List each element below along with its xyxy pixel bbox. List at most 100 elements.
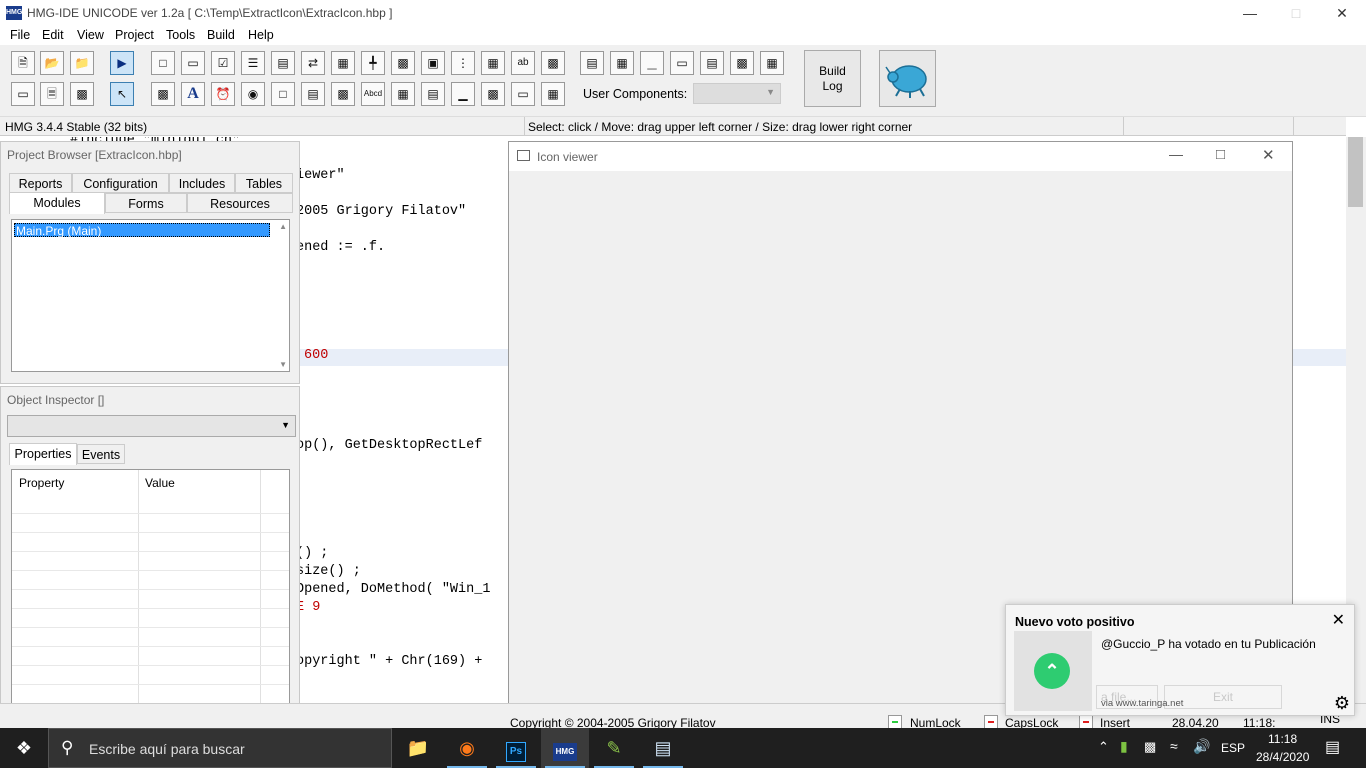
tab-control-icon[interactable]: ▤ xyxy=(301,82,325,106)
window-icon[interactable]: ▭ xyxy=(11,82,35,106)
menu-edit[interactable]: Edit xyxy=(42,28,64,42)
minimize-button[interactable]: — xyxy=(1169,146,1183,162)
scroll-down-icon[interactable]: ▼ xyxy=(279,360,287,369)
context-menu-icon[interactable]: ▭ xyxy=(670,51,694,75)
table-row xyxy=(12,628,289,647)
statusbar-designer-icon[interactable]: ▁ xyxy=(640,51,664,75)
hyperlink-control-icon[interactable]: ▤ xyxy=(421,82,445,106)
language-indicator[interactable]: ESP xyxy=(1221,741,1245,755)
tab-configuration[interactable]: Configuration xyxy=(72,173,169,193)
checkbox-control-icon[interactable]: ☑ xyxy=(211,51,235,75)
tab-forms[interactable]: Forms xyxy=(105,193,187,213)
volume-icon[interactable]: 🔊 xyxy=(1193,738,1210,755)
notification-center-icon[interactable]: ▤ xyxy=(1325,737,1340,757)
animate-control-icon[interactable]: ▩ xyxy=(331,82,355,106)
notepad-icon[interactable]: ✎ xyxy=(590,728,638,768)
bug-icon[interactable] xyxy=(879,50,936,107)
menu-tools[interactable]: Tools xyxy=(166,28,195,42)
activex-control-icon[interactable]: ▭ xyxy=(511,82,535,106)
icon-viewer-titlebar: Icon viewer — □ ✕ xyxy=(509,142,1292,171)
notification-toast[interactable]: Nuevo voto positivo ✕ ⌃ @Guccio_P ha vot… xyxy=(1005,604,1355,716)
notify-menu-icon[interactable]: ▤ xyxy=(700,51,724,75)
taskbar-search[interactable]: ⚲ Escribe aquí para buscar xyxy=(48,728,392,768)
module-list[interactable]: Main.Prg (Main) ▲ ▼ xyxy=(11,219,290,372)
progressbar-control-icon[interactable]: ▁ xyxy=(451,82,475,106)
build-log-button[interactable]: Build Log xyxy=(804,50,861,107)
clock-time[interactable]: 11:18 xyxy=(1268,732,1297,746)
list-item[interactable]: Main.Prg (Main) xyxy=(14,223,270,238)
combobox-control-icon[interactable]: ▤ xyxy=(271,51,295,75)
photoshop-icon[interactable]: Ps xyxy=(492,728,540,768)
firefox-icon[interactable]: ◉ xyxy=(443,728,491,768)
spinner-control-icon[interactable]: ▩ xyxy=(391,51,415,75)
run-icon[interactable]: ▶ xyxy=(110,51,134,75)
menu-file[interactable]: File xyxy=(10,28,30,42)
property-grid[interactable]: Property Value xyxy=(11,469,290,717)
frame-control-icon[interactable]: □ xyxy=(271,82,295,106)
listbox-control-icon[interactable]: ☰ xyxy=(241,51,265,75)
form-icon[interactable]: □ xyxy=(151,51,175,75)
player-control-icon[interactable]: ▩ xyxy=(481,82,505,106)
tab-reports[interactable]: Reports xyxy=(9,173,72,193)
file-explorer-icon[interactable]: 📁 xyxy=(394,728,442,768)
close-icon[interactable]: ✕ xyxy=(1332,610,1345,630)
close-button[interactable]: ✕ xyxy=(1262,146,1275,164)
pointer-icon[interactable]: ↖ xyxy=(110,82,134,106)
user-components-select[interactable]: ▼ xyxy=(693,83,781,104)
menu-project[interactable]: Project xyxy=(115,28,154,42)
nvidia-icon[interactable]: ▮ xyxy=(1120,738,1128,755)
menu-build[interactable]: Build xyxy=(207,28,235,42)
textbox-control-icon[interactable]: Abcd xyxy=(361,82,385,106)
menu-view[interactable]: View xyxy=(77,28,104,42)
window-title: HMG-IDE UNICODE ver 1.2a [ C:\Temp\Extra… xyxy=(27,6,393,20)
properties-icon[interactable]: ▦ xyxy=(760,51,784,75)
timer-control-icon[interactable]: ⏰ xyxy=(211,82,235,106)
gear-icon[interactable]: ⚙ xyxy=(1334,693,1350,714)
maximize-button[interactable]: □ xyxy=(1216,146,1225,163)
editbox-control-icon[interactable]: ab xyxy=(511,51,535,75)
wifi-icon[interactable]: ≈ xyxy=(1170,738,1178,754)
tab-properties[interactable]: Properties xyxy=(9,443,77,465)
tab-events[interactable]: Events xyxy=(77,444,125,464)
toolbar-designer-icon[interactable]: ▦ xyxy=(610,51,634,75)
network-icon[interactable]: ▩ xyxy=(1144,739,1156,755)
datepicker-control-icon[interactable]: ▦ xyxy=(481,51,505,75)
menu-designer-icon[interactable]: ▤ xyxy=(580,51,604,75)
tab-includes[interactable]: Includes xyxy=(169,173,235,193)
tab-modules[interactable]: Modules xyxy=(9,192,105,214)
new-file-icon[interactable]: 🗎 xyxy=(11,51,35,75)
richedit-control-icon[interactable]: ▩ xyxy=(541,51,565,75)
maximize-button[interactable]: □ xyxy=(1273,0,1319,26)
scroll-up-icon[interactable]: ▲ xyxy=(279,222,287,231)
tab-tables[interactable]: Tables xyxy=(235,173,293,193)
code-line: iewer" xyxy=(296,168,345,183)
open-project-icon[interactable]: 📁 xyxy=(70,51,94,75)
image-control-icon[interactable]: ▣ xyxy=(421,51,445,75)
ipaddress-control-icon[interactable]: ▦ xyxy=(541,82,565,106)
document-icon[interactable]: 🗏 xyxy=(40,82,64,106)
app-window-icon[interactable]: ▤ xyxy=(639,728,687,768)
radio-control-icon[interactable]: ◉ xyxy=(241,82,265,106)
button-control-icon[interactable]: ▭ xyxy=(181,51,205,75)
save-icon[interactable]: ▩ xyxy=(70,82,94,106)
clock-date[interactable]: 28/4/2020 xyxy=(1256,750,1309,764)
open-folder-icon[interactable]: 📂 xyxy=(40,51,64,75)
label-control-icon[interactable]: A xyxy=(181,82,205,106)
hmg-icon[interactable]: HMG xyxy=(541,728,589,768)
scrollbar-thumb[interactable] xyxy=(1348,137,1363,207)
tree-control-icon[interactable]: ⋮ xyxy=(451,51,475,75)
dropdown-menu-icon[interactable]: ▩ xyxy=(730,51,754,75)
close-button[interactable]: ✕ xyxy=(1319,0,1365,26)
monthcal-control-icon[interactable]: ▦ xyxy=(391,82,415,106)
windows-logo-icon[interactable]: ❖ xyxy=(0,728,48,768)
object-selector[interactable]: ▼ xyxy=(7,415,296,437)
code-line: op(), GetDesktopRectLef xyxy=(296,438,483,453)
menu-help[interactable]: Help xyxy=(248,28,274,42)
chevron-up-icon[interactable]: ⌃ xyxy=(1098,739,1109,755)
minimize-button[interactable]: — xyxy=(1227,0,1273,26)
slider-control-icon[interactable]: ╇ xyxy=(361,51,385,75)
checkbutton-control-icon[interactable]: ⇄ xyxy=(301,51,325,75)
browse-control-icon[interactable]: ▩ xyxy=(151,82,175,106)
grid-control-icon[interactable]: ▦ xyxy=(331,51,355,75)
tab-resources[interactable]: Resources xyxy=(187,193,293,213)
